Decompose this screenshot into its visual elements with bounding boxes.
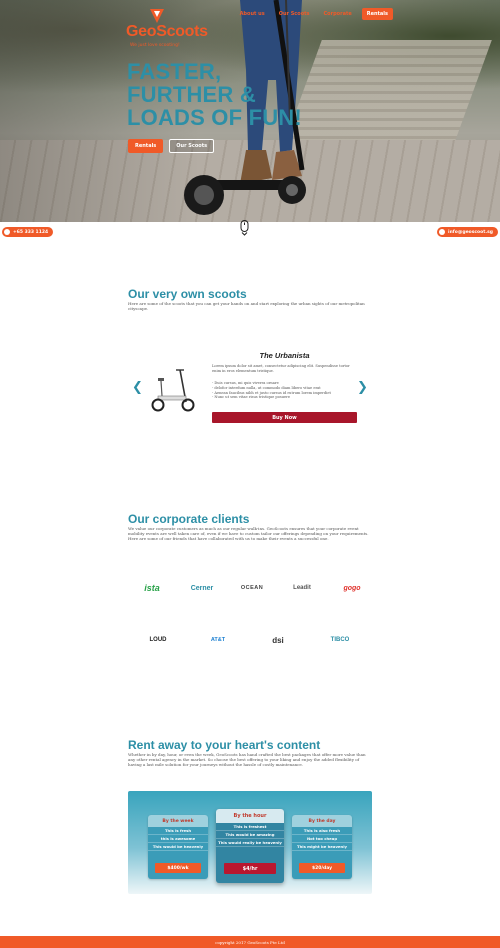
email-icon bbox=[439, 229, 446, 235]
client-logo-dsi: dsi bbox=[258, 630, 298, 650]
client-logo-text: Leadit bbox=[293, 585, 311, 591]
nav-about[interactable]: About us bbox=[236, 9, 269, 19]
client-logo-text: OCEAN bbox=[240, 585, 264, 591]
plan-price-button[interactable]: $20/day bbox=[299, 863, 345, 873]
client-logo-ista: ista bbox=[132, 578, 172, 598]
scoots-text: Here are some of the scoots that you can… bbox=[128, 301, 365, 312]
footer: copyright 2017 GeoScoots Pte Ltd bbox=[0, 936, 500, 948]
hero-rentals-button[interactable]: Rentals bbox=[128, 139, 164, 153]
page: GeoScoots We just love scooting! About u… bbox=[0, 0, 500, 948]
copyright-text: copyright 2017 GeoScoots Pte Ltd bbox=[215, 939, 285, 945]
hero-section: GeoScoots We just love scooting! About u… bbox=[0, 0, 500, 222]
hero-title-line: LOADS OF FUN! bbox=[127, 105, 302, 130]
product-name: The Urbanista bbox=[259, 351, 310, 360]
clients-text: We value our corporate customers as much… bbox=[128, 526, 369, 542]
client-logo-att: AT&T bbox=[198, 630, 238, 650]
plan-name: By the week bbox=[148, 815, 208, 827]
client-logo-leadit: Leadit bbox=[282, 578, 322, 598]
rent-title: Rent away to your heart's content bbox=[128, 738, 321, 752]
client-logo-text: Cerner bbox=[190, 584, 214, 592]
client-logo-text: gogo bbox=[343, 584, 361, 592]
phone-number: +65 333 1124 bbox=[13, 229, 49, 235]
product-description: Lorem ipsum dolor sit amet, consectetur … bbox=[212, 364, 350, 373]
product-feature: - Nunc ut sem vitae risus tristique posu… bbox=[212, 395, 290, 400]
nav-corporate[interactable]: Corporate bbox=[320, 9, 356, 19]
brand-logo[interactable]: GeoScoots We just love scooting! bbox=[126, 6, 216, 48]
hero-title-line: FURTHER & bbox=[127, 82, 256, 107]
buy-now-button[interactable]: Buy Now bbox=[212, 412, 357, 423]
brand-tagline: We just love scooting! bbox=[130, 43, 180, 48]
client-logo-cerner: Cerner bbox=[182, 578, 222, 598]
nav-rentals-button[interactable]: Rentals bbox=[361, 8, 393, 20]
scoots-title: Our very own scoots bbox=[128, 287, 247, 301]
plan-price-button[interactable]: $4/hr bbox=[224, 863, 276, 874]
main-nav: About us Our Scoots Corporate Rentals bbox=[236, 8, 393, 20]
client-logo-text: ista bbox=[144, 583, 160, 593]
plan-feature: this is awesome bbox=[148, 835, 208, 843]
plan-feature: This is also fresh bbox=[292, 827, 352, 835]
client-logo-text: TIBCO bbox=[330, 637, 350, 643]
nav-our-scoots[interactable]: Our Scoots bbox=[275, 9, 314, 19]
email-contact-button[interactable]: info@geoscoot.sg bbox=[437, 227, 498, 237]
product-image bbox=[151, 369, 195, 412]
plan-name: By the hour bbox=[216, 809, 284, 823]
client-logo-tibco: TIBCO bbox=[320, 630, 360, 650]
plan-feature: This would be amazing bbox=[216, 831, 284, 839]
client-logo-text: AT&T bbox=[210, 637, 226, 643]
clients-title: Our corporate clients bbox=[128, 512, 250, 526]
pricing-panel: By the week This is fresh this is awesom… bbox=[128, 791, 372, 894]
email-address: info@geoscoot.sg bbox=[448, 229, 493, 235]
pricing-card-day: By the day This is also fresh Not too ch… bbox=[292, 815, 352, 879]
client-logo-ocean: OCEAN bbox=[232, 578, 272, 598]
plan-feature: This is fresh bbox=[148, 827, 208, 835]
rent-text: Whether in by day, hour, or even the wee… bbox=[128, 752, 366, 768]
carousel-prev-icon[interactable]: ❮ bbox=[132, 380, 143, 395]
plan-name: By the day bbox=[292, 815, 352, 827]
hero-title: FASTER, FURTHER & LOADS OF FUN! bbox=[127, 60, 302, 129]
hero-title-line: FASTER, bbox=[127, 59, 222, 84]
plan-feature: This is freshest bbox=[216, 823, 284, 831]
phone-contact-button[interactable]: +65 333 1124 bbox=[2, 227, 54, 237]
plan-feature: This would really be heavenly bbox=[216, 839, 284, 847]
pricing-card-week: By the week This is fresh this is awesom… bbox=[148, 815, 208, 879]
brand-name: GeoScoots bbox=[126, 23, 208, 40]
logo-icon bbox=[150, 9, 164, 23]
carousel-next-icon[interactable]: ❯ bbox=[357, 380, 368, 395]
plan-feature: This would be heavenly bbox=[148, 843, 208, 851]
client-logo-loud: LOUD bbox=[138, 630, 178, 650]
client-logos: ista Cerner OCEAN Leadit gogo LOUD AT&T … bbox=[128, 576, 372, 656]
product-features: - Duis cursus, mi quis viverra ornare - … bbox=[212, 381, 357, 400]
scroll-down-icon[interactable] bbox=[240, 220, 249, 236]
client-logo-text: LOUD bbox=[149, 637, 167, 643]
hero-our-scoots-button[interactable]: Our Scoots bbox=[169, 139, 215, 153]
plan-feature: Not too cheap bbox=[292, 835, 352, 843]
client-logo-text: dsi bbox=[272, 635, 284, 645]
hero-buttons: Rentals Our Scoots bbox=[128, 139, 215, 153]
pricing-card-hour: By the hour This is freshest This would … bbox=[216, 809, 284, 883]
plan-price-button[interactable]: $400/wk bbox=[155, 863, 201, 873]
plan-feature: This might be heavenly bbox=[292, 843, 352, 851]
client-logo-gogo: gogo bbox=[332, 578, 372, 598]
scoots-carousel: ❮ The Urbanista Lorem ipsum dolor sit am… bbox=[128, 350, 372, 430]
phone-icon bbox=[4, 229, 10, 235]
